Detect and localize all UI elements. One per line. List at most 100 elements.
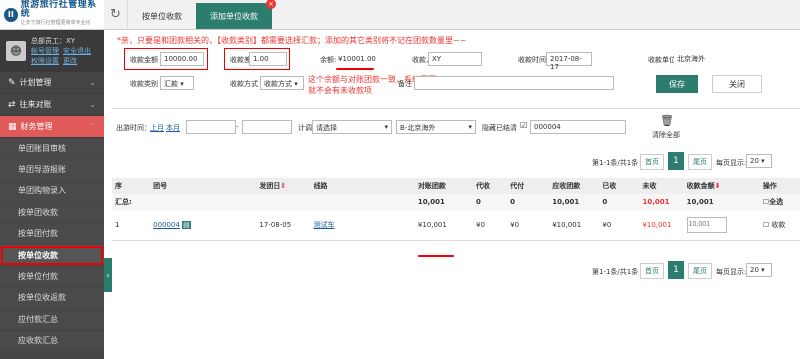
tab-unit-receive[interactable]: 按单位收款	[128, 3, 196, 29]
user-role: 总部员工：XY	[31, 37, 76, 45]
balance-label: 余额:	[320, 56, 337, 64]
col-daishou: 代收	[476, 182, 491, 190]
start-date-input[interactable]	[186, 120, 236, 134]
group-link[interactable]: 000004	[153, 221, 180, 229]
sidebar-item-group-receive[interactable]: 按单团收款	[0, 202, 104, 224]
chevron-down-icon: ▾	[294, 80, 298, 88]
route-link[interactable]: 测试车	[314, 221, 335, 229]
chevron-down-icon: ▾	[180, 80, 184, 88]
first-page-button-bottom[interactable]: 首页	[640, 263, 664, 279]
avatar: ☻	[6, 41, 26, 61]
summary-row: 汇总: 10,001 0 0 10,001 0 10,001 10,001 ☐全…	[112, 194, 800, 210]
menu-plan[interactable]: ✎ 计划管理 ⌄	[0, 72, 104, 94]
save-button[interactable]: 保存	[656, 75, 698, 93]
last-month-link[interactable]: 上月	[150, 123, 164, 133]
app-title: 旅游旅行社管理系统	[20, 0, 97, 19]
finance-icon: ▦	[8, 121, 17, 132]
amount-row-input[interactable]	[686, 216, 727, 233]
clear-all-link[interactable]: 清除全部	[652, 130, 680, 140]
exchange-icon: ⇄	[8, 99, 16, 110]
divider	[112, 108, 800, 109]
last-page-button-bottom[interactable]: 尾页	[688, 263, 712, 279]
sidebar-item-unit-receive[interactable]: 按单位收款	[0, 244, 104, 267]
pager-info-bottom: 第1-1条/共1条	[592, 268, 639, 276]
close-icon[interactable]: ×	[266, 0, 276, 9]
trash-icon[interactable]: 🗑	[660, 114, 674, 127]
col-due: 应收团款	[552, 182, 581, 190]
col-recon: 对账团款	[417, 182, 446, 190]
current-page-button[interactable]: 1	[668, 152, 684, 170]
first-page-button[interactable]: 首页	[640, 154, 664, 170]
balance-value: ¥10001.00	[338, 55, 376, 63]
per-page-select-bottom[interactable]: 20 ▾	[746, 263, 772, 277]
receive-checkbox[interactable]: ☐ 收款	[759, 210, 800, 241]
sidebar-item-group-pay[interactable]: 按单团付款	[0, 223, 104, 245]
menu-finance[interactable]: ▦ 财务管理 ⌃	[0, 116, 104, 138]
logout-link[interactable]: 安全退出	[63, 47, 91, 55]
sidebar-item-unit-pay[interactable]: 按单位付款	[0, 266, 104, 288]
end-date-input[interactable]	[242, 120, 292, 134]
date-label: 收款时间	[518, 56, 546, 64]
method-select[interactable]: 收款方式 ▾	[260, 76, 304, 90]
remark-label: 备注	[398, 80, 412, 88]
tab-add-unit-receive[interactable]: 添加单位收款 ×	[196, 0, 276, 29]
sidebar-item-shopping[interactable]: 单团购物录入	[0, 180, 104, 203]
unit-label: 收款单位	[648, 56, 676, 64]
sidebar-item-unit-refund[interactable]: 按单位收返款	[0, 287, 104, 310]
app-subtitle: 让天下旅行社管理更简单专业化	[20, 20, 91, 26]
col-op: 操作	[762, 182, 777, 190]
detail-icon[interactable]: ▤	[182, 220, 191, 229]
permission-link[interactable]: 权限设置	[31, 57, 59, 65]
close-button[interactable]: 关闭	[712, 75, 762, 93]
payer-input[interactable]: XY	[428, 52, 482, 66]
menu-reconcile[interactable]: ⇄ 往来对账 ⌄	[0, 94, 104, 116]
this-month-link[interactable]: 本月	[166, 123, 180, 133]
chevron-down-icon: ▾	[384, 123, 388, 131]
search-input[interactable]: 000004	[530, 120, 626, 134]
logo-icon: II	[4, 7, 18, 22]
table-row: 1 000004 ▤ 17-08-05 测试车 ¥10,001 ¥0 ¥0 ¥1…	[112, 210, 800, 241]
chevron-down-icon: ⌄	[89, 78, 96, 87]
unit-value: 北京海外	[674, 52, 746, 66]
sort-down-icon: ⬇	[714, 182, 721, 190]
per-page-select[interactable]: 20 ▾	[746, 154, 772, 168]
hide-settled-label: 隐藏已结清	[482, 124, 517, 132]
change-link[interactable]: 更改	[63, 57, 77, 65]
current-page-button-bottom[interactable]: 1	[668, 261, 684, 279]
edit-icon: ✎	[8, 77, 16, 88]
highlight-amount	[124, 48, 208, 70]
sidebar-item-payable[interactable]: 应付款汇总	[0, 309, 104, 331]
hide-settled-checkbox[interactable]: ☑	[520, 121, 527, 130]
data-table: 序 团号 发团日⇕ 线路 对账团款 代收 代付 应收团款 已收 未收 收款金额⬇…	[112, 178, 800, 241]
sidebar-item-audit[interactable]: 单团账目审核	[0, 138, 104, 160]
refresh-icon[interactable]: ↻	[104, 0, 128, 29]
unit-filter-select[interactable]: B-北京海外 ▾	[396, 120, 476, 134]
sidebar: II 旅游旅行社管理系统 让天下旅行社管理更简单专业化 ☻ 总部员工：XY 帐号…	[0, 0, 104, 359]
balance-underline	[336, 68, 374, 70]
col-daifu: 代付	[510, 182, 525, 190]
sort-icon: ⇕	[280, 182, 287, 190]
col-date[interactable]: 发团日⇕	[256, 178, 310, 194]
per-page-label-bottom: 每页显示:	[716, 268, 747, 276]
col-unpaid: 未收	[642, 182, 657, 190]
per-page-label: 每页显示:	[716, 159, 747, 167]
sidebar-collapse-button[interactable]: ‹	[104, 258, 112, 292]
last-page-button[interactable]: 尾页	[688, 154, 712, 170]
col-route: 线路	[313, 182, 328, 190]
plan-select[interactable]: 请选择 ▾	[312, 120, 392, 134]
chevron-up-icon: ⌃	[89, 122, 96, 131]
user-panel: ☻ 总部员工：XY 帐号管理 安全退出 权限设置 更改	[0, 30, 104, 72]
col-amount[interactable]: 收款金额⬇	[684, 178, 760, 194]
type-select[interactable]: 汇款 ▾	[160, 76, 194, 90]
highlight-diff	[224, 48, 290, 70]
remark-input[interactable]	[414, 76, 614, 90]
time-label: 出游时间：	[116, 124, 151, 132]
sidebar-item-guide-report[interactable]: 单团导游报账	[0, 159, 104, 181]
pager-info: 第1-1条/共1条	[592, 159, 639, 167]
sidebar-item-receivable[interactable]: 应收款汇总	[0, 330, 104, 352]
date-input[interactable]: 2017-08-17	[546, 52, 592, 71]
method-label: 收款方式	[230, 80, 258, 88]
account-link[interactable]: 帐号管理	[31, 47, 59, 55]
select-all-checkbox[interactable]: ☐全选	[760, 194, 800, 210]
type-label: 收款类别	[130, 80, 158, 88]
